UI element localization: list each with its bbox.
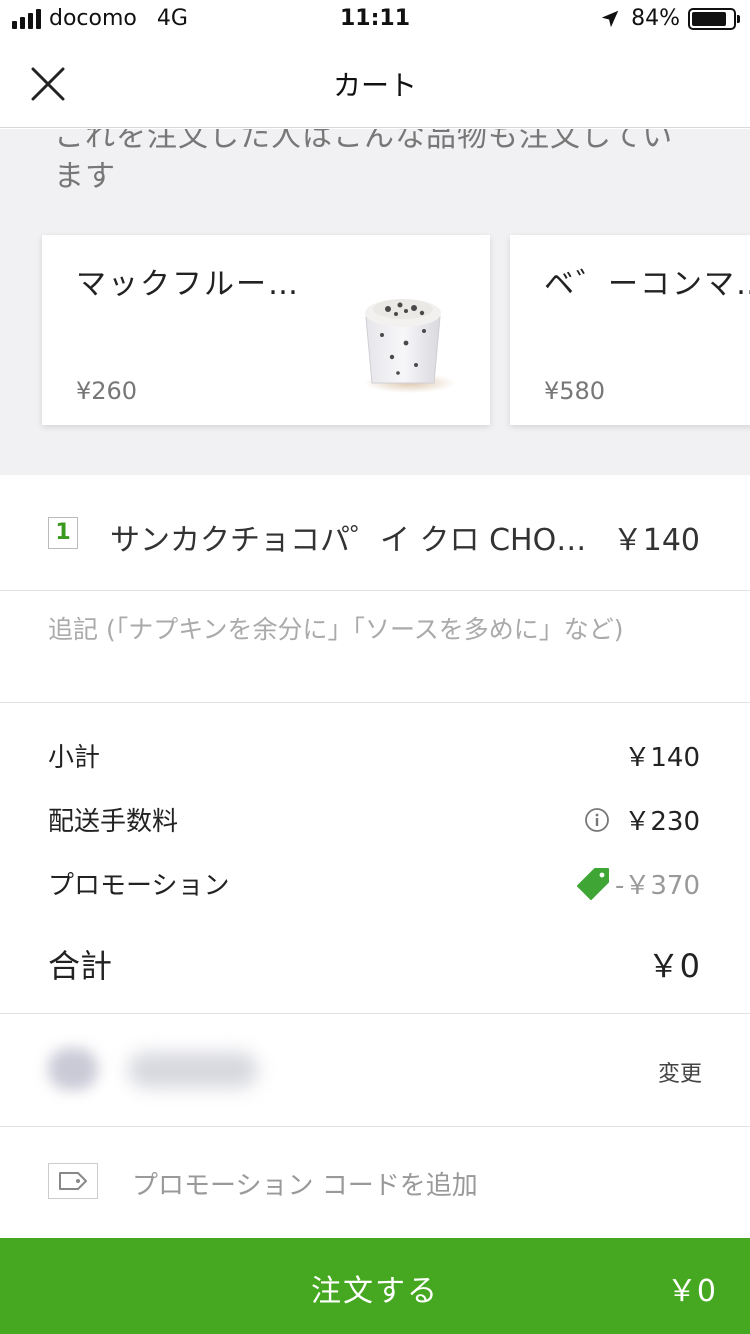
note-placeholder: 追記 (「ナプキンを余分に」「ソースを多めに」など) [48, 615, 624, 644]
delivery-address-row[interactable]: 変更 [0, 1014, 750, 1127]
page-title: カート [332, 69, 417, 102]
battery-percent: 84% [631, 6, 680, 31]
nav-bar: カート [0, 40, 750, 128]
suggestion-price: ¥580 [544, 377, 606, 405]
battery-icon [688, 7, 740, 30]
place-order-label: 注文する [311, 1274, 439, 1309]
delivery-fee-label: 配送手数料 [48, 807, 179, 837]
suggestions-heading: これを注文した人はこんな品物も注文しています [54, 129, 674, 194]
suggestion-card[interactable]: ベ゛ーコンマ… ¥580 [510, 235, 750, 425]
cart-item-row[interactable]: 1 サンカクチョコパ゜イ クロ CHOCO ￥140 [0, 475, 750, 591]
subtotal-row: 小計 ￥140 [48, 737, 700, 774]
cart-item-name: サンカクチョコパ゜イ クロ CHOCO [110, 523, 590, 558]
subtotal-value: ￥140 [624, 743, 700, 773]
delivery-fee-value: ￥230 [624, 807, 700, 837]
suggestion-card[interactable]: マックフルー… ¥260 [42, 235, 490, 425]
note-input[interactable]: 追記 (「ナプキンを余分に」「ソースを多めに」など) [0, 591, 750, 703]
order-summary: 小計 ￥140 配送手数料 ￥230 プロモーション -￥370 合計 ￥0 [0, 703, 750, 1014]
place-order-price: ￥0 [666, 1274, 716, 1309]
cart-item-price: ￥140 [612, 523, 700, 558]
mcflurry-image [364, 299, 456, 393]
status-bar: docomo 4G 11:11 84% [0, 0, 750, 40]
promotion-value: -￥370 [614, 871, 700, 901]
promotion-row: プロモーション -￥370 [48, 865, 700, 902]
place-order-button[interactable]: 注文する ￥0 [0, 1238, 750, 1334]
quantity-badge: 1 [48, 517, 78, 549]
suggestions-section: これを注文した人はこんな品物も注文しています マックフルー… ¥260 ベ゛ーコ… [0, 129, 750, 475]
total-value: ￥0 [647, 947, 700, 985]
promo-tag-outline-icon [59, 1172, 87, 1190]
suggestion-name: マックフルー… [76, 267, 300, 302]
add-promo-code-label: プロモーション コードを追加 [132, 1171, 478, 1201]
address-icon-blurred [48, 1048, 98, 1090]
suggestion-name: ベ゛ーコンマ… [544, 267, 750, 302]
promotion-label: プロモーション [48, 871, 230, 901]
add-promo-code-row[interactable]: プロモーション コードを追加 [0, 1127, 750, 1238]
status-right: 84% [599, 6, 740, 31]
total-row: 合計 ￥0 [48, 941, 700, 987]
delivery-fee-row: 配送手数料 ￥230 [48, 801, 700, 838]
suggestion-price: ¥260 [76, 377, 138, 405]
promo-code-icon-box [48, 1163, 98, 1199]
total-label: 合計 [48, 947, 113, 985]
tag-icon [576, 867, 609, 900]
change-address-link[interactable]: 変更 [658, 1056, 702, 1088]
battery-fill [692, 11, 726, 26]
info-icon[interactable] [584, 807, 610, 833]
address-text-blurred [128, 1052, 258, 1088]
location-arrow-icon [601, 10, 619, 27]
subtotal-label: 小計 [48, 743, 101, 773]
